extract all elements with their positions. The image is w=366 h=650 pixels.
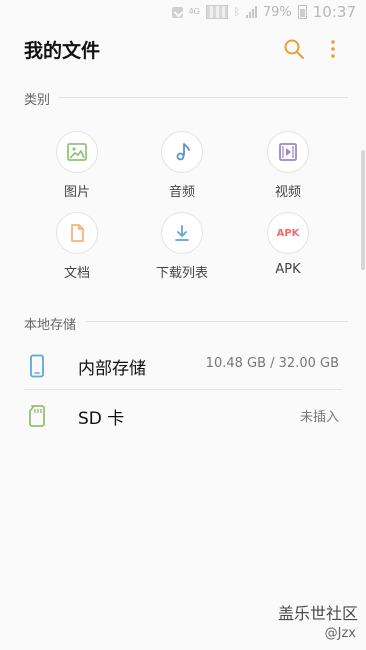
category-video-label: 视频 <box>274 185 301 200</box>
category-apk-label: APK <box>275 262 301 277</box>
internal-storage-name: 内部存储 <box>78 359 146 379</box>
gallery-notification-icon <box>205 5 228 19</box>
watermark-handle: @Jzx <box>324 626 356 641</box>
storage-section-label: 本地存储 <box>24 318 77 333</box>
apk-icon: APK <box>267 212 309 254</box>
category-downloads[interactable]: 下载列表 <box>137 212 227 281</box>
document-icon <box>56 212 98 254</box>
more-options-button[interactable] <box>326 38 340 60</box>
storage-section-divider <box>86 321 348 322</box>
category-images[interactable]: 图片 <box>32 131 122 200</box>
watermark-brand: 盖乐世社区 <box>277 604 358 623</box>
phone-icon <box>27 354 47 378</box>
video-icon <box>267 131 309 173</box>
signal-strength-icon <box>245 6 257 18</box>
app-header: 我的文件 <box>0 24 366 76</box>
category-documents-label: 文档 <box>63 266 90 281</box>
categories-section-label: 类别 <box>24 93 51 108</box>
battery-percentage: 79% <box>262 4 292 20</box>
status-bar: 4G ᛒ 79% 10:37 <box>0 0 366 24</box>
category-images-label: 图片 <box>63 185 90 200</box>
more-vert-icon <box>331 40 335 58</box>
search-icon <box>284 39 304 59</box>
search-button[interactable] <box>283 38 305 60</box>
category-video[interactable]: 视频 <box>243 131 333 200</box>
category-documents[interactable]: 文档 <box>32 212 122 281</box>
page-title: 我的文件 <box>24 40 101 62</box>
category-audio-label: 音频 <box>168 185 195 200</box>
scrollbar[interactable] <box>361 150 365 270</box>
notification-check-icon <box>171 6 183 18</box>
category-apk[interactable]: APK APK <box>243 212 333 277</box>
sd-card-row[interactable]: SD 卡 未插入 <box>0 390 366 440</box>
apk-icon-text: APK <box>276 227 300 239</box>
battery-icon <box>297 5 307 19</box>
sd-card-status: 未插入 <box>299 410 339 425</box>
download-icon <box>161 212 203 254</box>
bluetooth-icon: ᛒ <box>233 6 240 18</box>
internal-storage-row[interactable]: 内部存储 10.48 GB / 32.00 GB <box>0 340 366 390</box>
category-downloads-label: 下载列表 <box>155 266 208 281</box>
categories-section-divider <box>59 97 348 98</box>
category-audio[interactable]: 音频 <box>137 131 227 200</box>
network-type-label: 4G <box>188 7 200 16</box>
internal-storage-usage: 10.48 GB / 32.00 GB <box>205 356 339 371</box>
music-note-icon <box>161 131 203 173</box>
status-time: 10:37 <box>312 3 356 21</box>
sd-card-name: SD 卡 <box>78 409 125 429</box>
sd-card-icon <box>27 404 47 428</box>
image-icon <box>56 131 98 173</box>
